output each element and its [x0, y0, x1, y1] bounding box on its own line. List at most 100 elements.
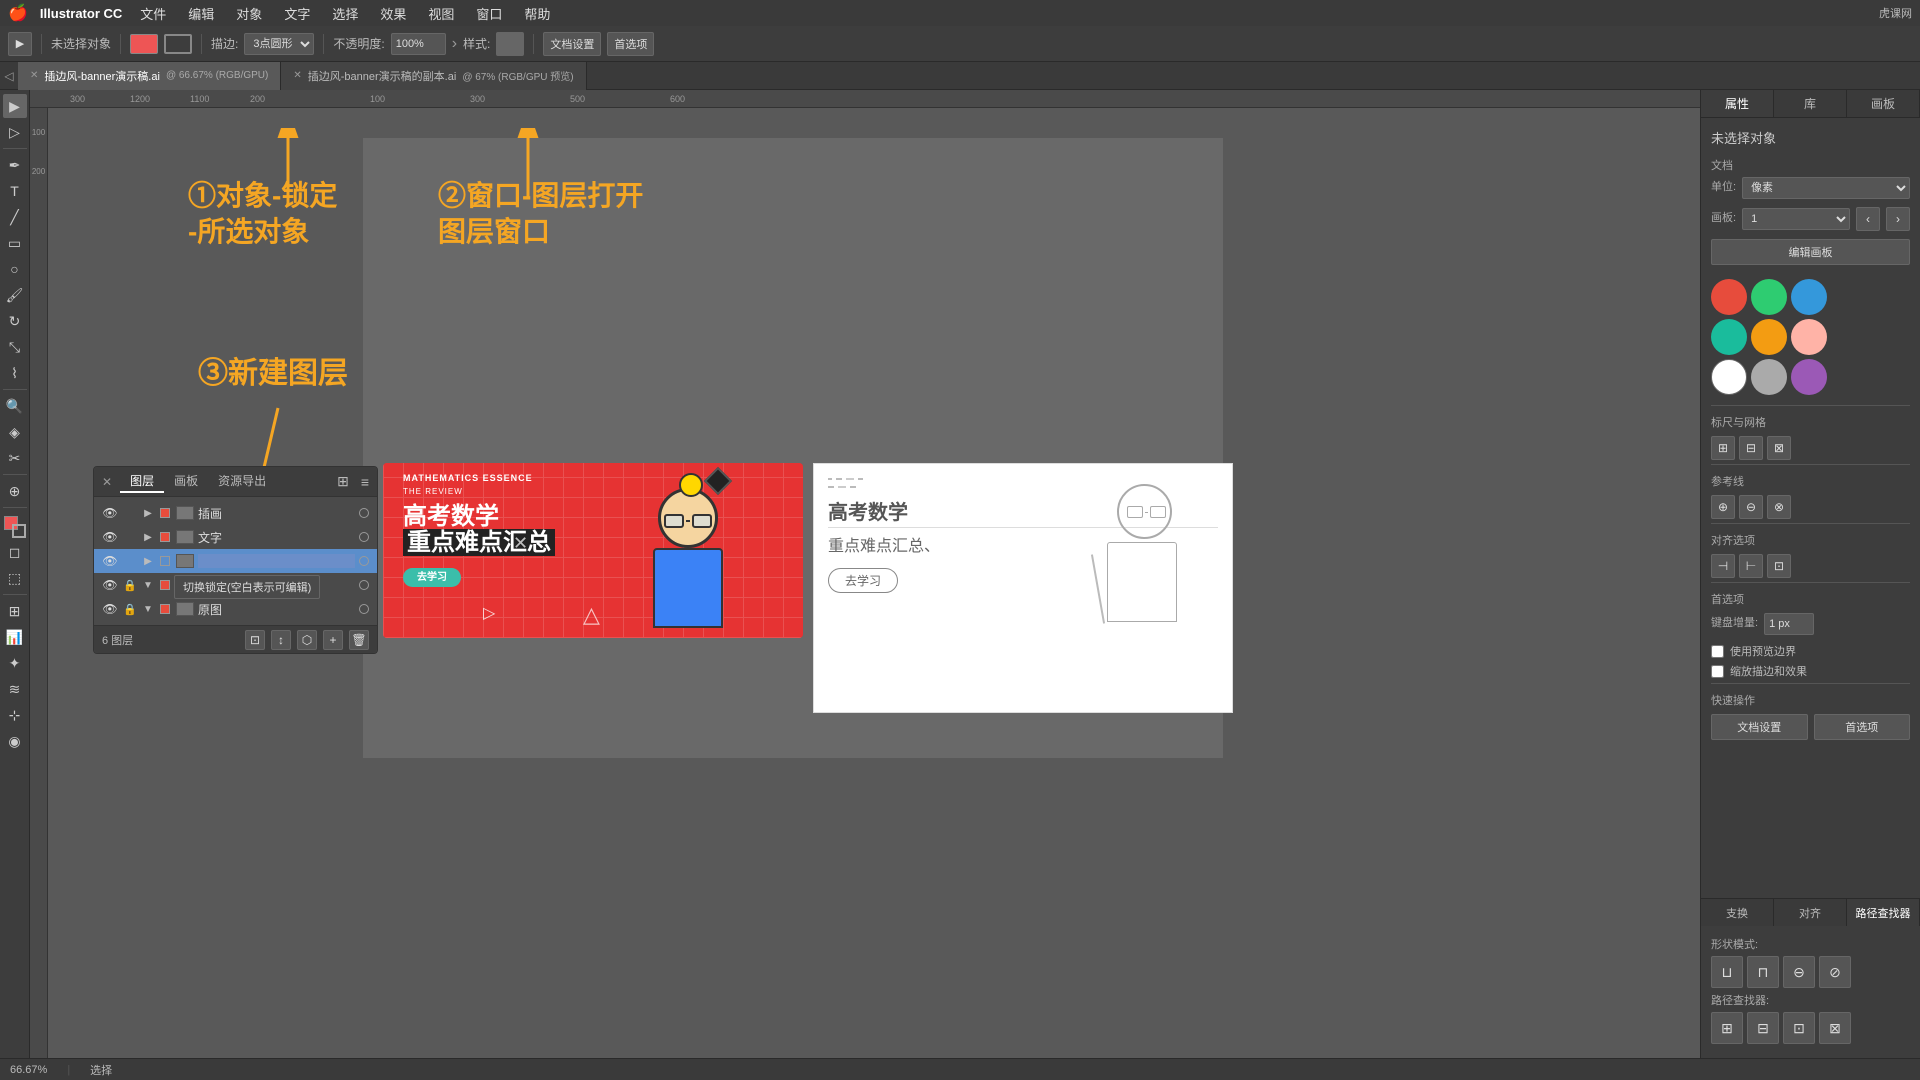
- rulers-btn-3[interactable]: ⊠: [1767, 436, 1791, 460]
- tool-direct-select[interactable]: ▷: [3, 120, 27, 144]
- preview-bounds-checkbox[interactable]: [1711, 645, 1724, 658]
- tool-extra-5[interactable]: ⊹: [3, 703, 27, 727]
- tab-2[interactable]: ✕ 插边风-banner演示稿的副本.ai @ 67% (RGB/GPU 预览): [281, 62, 586, 90]
- layer-row-4[interactable]: 👁 🔒 ▼ 原图: [94, 597, 377, 621]
- tool-extra-4[interactable]: ≋: [3, 677, 27, 701]
- layers-move-btn[interactable]: ↕: [271, 630, 291, 650]
- layers-new-layer-btn[interactable]: +: [323, 630, 343, 650]
- swatch-gray[interactable]: [1751, 359, 1787, 395]
- align-left-btn[interactable]: ⊣: [1711, 554, 1735, 578]
- path-finder-btn-3[interactable]: ⊡: [1783, 1012, 1815, 1044]
- tool-chart[interactable]: 📊: [3, 625, 27, 649]
- opacity-expand[interactable]: ›: [452, 35, 457, 53]
- right-bottom-tab-transform[interactable]: 支换: [1701, 899, 1774, 926]
- right-bottom-tab-pathfinder[interactable]: 路径查找器: [1847, 899, 1920, 926]
- layers-new-sublayer-btn[interactable]: ⊡: [245, 630, 265, 650]
- swatch-red[interactable]: [1711, 279, 1747, 315]
- doc-settings-action-btn[interactable]: 文档设置: [1711, 714, 1808, 740]
- tool-zoom[interactable]: ⊕: [3, 479, 27, 503]
- fill-color-btn[interactable]: [130, 34, 158, 54]
- swatch-orange[interactable]: [1751, 319, 1787, 355]
- menu-help[interactable]: 帮助: [514, 2, 560, 25]
- layer-lock-0[interactable]: [122, 505, 138, 521]
- tool-extra-3[interactable]: ✦: [3, 651, 27, 675]
- tool-shear[interactable]: ⌇: [3, 361, 27, 385]
- stroke-select[interactable]: 3点圆形: [244, 33, 314, 55]
- layer-vis-4[interactable]: 👁: [102, 601, 118, 617]
- layers-tab-boards[interactable]: 画板: [164, 470, 208, 493]
- fill-stroke-widget[interactable]: [4, 516, 26, 538]
- layer-vis-3[interactable]: 👁: [102, 577, 118, 593]
- template-prev-btn[interactable]: ‹: [1856, 207, 1880, 231]
- layer-vis-2[interactable]: 👁: [102, 553, 118, 569]
- layer-lock-3[interactable]: 🔒: [122, 577, 138, 593]
- layers-close-btn[interactable]: ✕: [102, 475, 112, 489]
- tool-brush[interactable]: 🖌: [3, 283, 27, 307]
- tool-ellipse[interactable]: ○: [3, 257, 27, 281]
- layers-expand-btn[interactable]: ⊞: [337, 473, 349, 490]
- layer-expand-0[interactable]: ▶: [142, 505, 154, 521]
- tool-pen[interactable]: ✒: [3, 153, 27, 177]
- layers-tab-layers[interactable]: 图层: [120, 470, 164, 493]
- align-center-btn[interactable]: ⊢: [1739, 554, 1763, 578]
- apple-menu[interactable]: 🍎: [8, 3, 28, 23]
- tool-rect[interactable]: ▭: [3, 231, 27, 255]
- tool-rotate[interactable]: ↻: [3, 309, 27, 333]
- layer-row-2[interactable]: 👁 ▶ 切换锁定(空白表示可编辑): [94, 549, 377, 573]
- tool-scale[interactable]: ⤡: [3, 335, 27, 359]
- layer-row-1[interactable]: 👁 ▶ 文字: [94, 525, 377, 549]
- preferences-action-btn[interactable]: 首选项: [1814, 714, 1911, 740]
- layer-expand-4[interactable]: ▼: [142, 601, 154, 617]
- menu-effects[interactable]: 效果: [370, 2, 416, 25]
- menu-text[interactable]: 文字: [274, 2, 320, 25]
- tab-1[interactable]: ✕ 插边风-banner演示稿.ai @ 66.67% (RGB/GPU): [18, 62, 281, 90]
- path-finder-btn-4[interactable]: ⊠: [1819, 1012, 1851, 1044]
- menu-file[interactable]: 文件: [130, 2, 176, 25]
- layer-lock-2[interactable]: [122, 553, 138, 569]
- tab-2-close[interactable]: ✕: [293, 70, 301, 81]
- tool-scissors[interactable]: ✂: [3, 446, 27, 470]
- shape-mode-intersect[interactable]: ⊓: [1747, 956, 1779, 988]
- guides-btn-1[interactable]: ⊕: [1711, 495, 1735, 519]
- menu-window[interactable]: 窗口: [466, 2, 512, 25]
- menu-view[interactable]: 视图: [418, 2, 464, 25]
- menu-select[interactable]: 选择: [322, 2, 368, 25]
- toolbar-selection-tool[interactable]: ▶: [8, 32, 32, 56]
- canvas-area[interactable]: 300 1200 1100 200 100 300 500 600 100 20…: [30, 90, 1700, 1058]
- swatch-green[interactable]: [1751, 279, 1787, 315]
- tool-line[interactable]: ╱: [3, 205, 27, 229]
- layers-collect-btn[interactable]: ⬡: [297, 630, 317, 650]
- guides-btn-2[interactable]: ⊖: [1739, 495, 1763, 519]
- swatch-blue[interactable]: [1791, 279, 1827, 315]
- edit-template-btn[interactable]: 编辑画板: [1711, 239, 1910, 265]
- layer-vis-1[interactable]: 👁: [102, 529, 118, 545]
- tool-extra-1[interactable]: ◻: [3, 540, 27, 564]
- rulers-btn-1[interactable]: ⊞: [1711, 436, 1735, 460]
- tab-1-close[interactable]: ✕: [30, 70, 38, 81]
- layer-expand-2[interactable]: ▶: [142, 553, 154, 569]
- unit-select[interactable]: 像素: [1742, 177, 1910, 199]
- right-tab-library[interactable]: 库: [1774, 90, 1847, 117]
- template-next-btn[interactable]: ›: [1886, 207, 1910, 231]
- layer-name-input-2[interactable]: [198, 554, 355, 568]
- right-tab-properties[interactable]: 属性: [1701, 90, 1774, 117]
- right-tab-artboard[interactable]: 画板: [1847, 90, 1920, 117]
- menu-object[interactable]: 对象: [226, 2, 272, 25]
- tool-artboard[interactable]: ⊞: [3, 599, 27, 623]
- tool-blend[interactable]: ◈: [3, 420, 27, 444]
- path-finder-btn-2[interactable]: ⊟: [1747, 1012, 1779, 1044]
- swatch-purple[interactable]: [1791, 359, 1827, 395]
- style-selector[interactable]: [496, 32, 524, 56]
- layer-name-edit-input[interactable]: [198, 554, 355, 568]
- shape-mode-exclude[interactable]: ⊖: [1783, 956, 1815, 988]
- tool-select[interactable]: ▶: [3, 94, 27, 118]
- preferences-btn-toolbar[interactable]: 首选项: [607, 32, 654, 56]
- keyboard-increment-input[interactable]: [1764, 613, 1814, 635]
- shape-mode-minus[interactable]: ⊘: [1819, 956, 1851, 988]
- tool-extra-2[interactable]: ⬚: [3, 566, 27, 590]
- tool-extra-6[interactable]: ◉: [3, 729, 27, 753]
- swatch-teal[interactable]: [1711, 319, 1747, 355]
- align-right-btn[interactable]: ⊡: [1767, 554, 1791, 578]
- tool-text[interactable]: T: [3, 179, 27, 203]
- rulers-btn-2[interactable]: ⊟: [1739, 436, 1763, 460]
